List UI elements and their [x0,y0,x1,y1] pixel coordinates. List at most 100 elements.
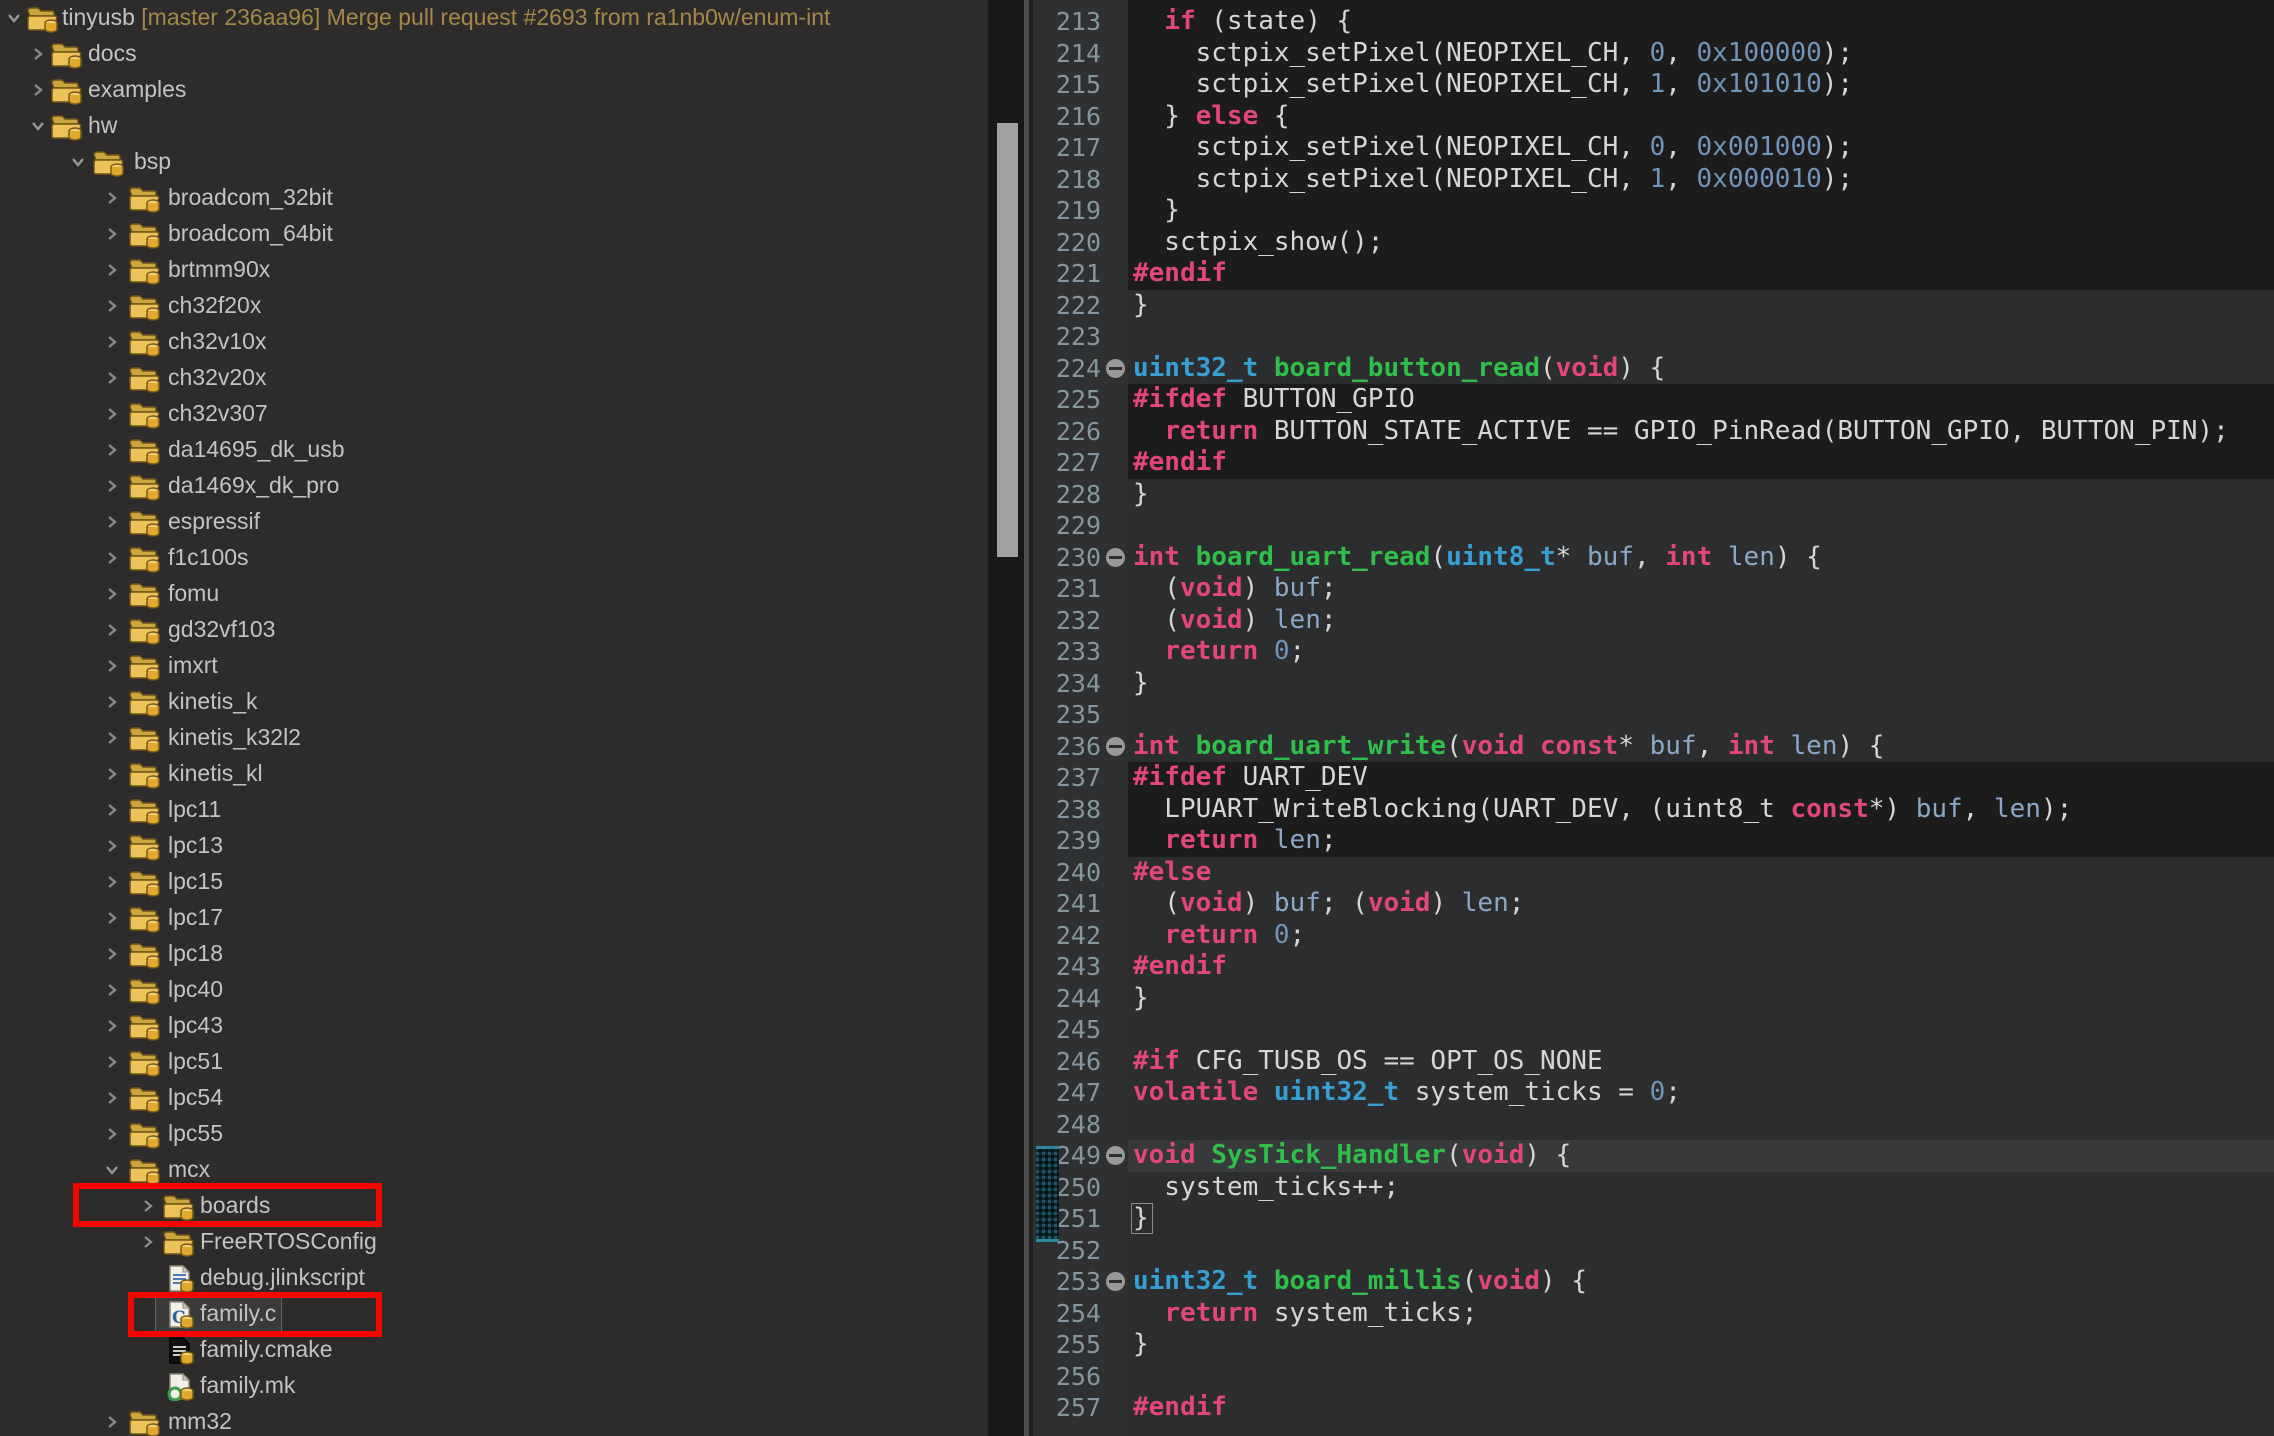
code-line[interactable]: } else { [1133,101,1290,133]
tree-item-ch32v10x[interactable]: ch32v10x [0,324,988,360]
chevron-right-icon[interactable] [104,586,120,602]
code-line[interactable]: } [1133,479,1149,511]
tree-item-fomu[interactable]: fomu [0,576,988,612]
code-line[interactable]: (void) buf; [1133,573,1337,605]
code-line[interactable]: return BUTTON_STATE_ACTIVE == GPIO_PinRe… [1133,416,2229,448]
chevron-right-icon[interactable] [104,1414,120,1430]
fold-collapse-icon[interactable] [1106,1272,1125,1291]
tree-item-da1469x-dk-pro[interactable]: da1469x_dk_pro [0,468,988,504]
tree-item-broadcom-32bit[interactable]: broadcom_32bit [0,180,988,216]
tree-item-ch32v20x[interactable]: ch32v20x [0,360,988,396]
chevron-right-icon[interactable] [140,1234,156,1250]
code-line[interactable]: } [1133,983,1149,1015]
line-number[interactable]: 217 [1033,132,1101,164]
tree-item-espressif[interactable]: espressif [0,504,988,540]
line-number[interactable]: 241 [1033,888,1101,920]
chevron-right-icon[interactable] [104,406,120,422]
tree-item-brtmm90x[interactable]: brtmm90x [0,252,988,288]
chevron-right-icon[interactable] [104,1090,120,1106]
line-number[interactable]: 230 [1033,542,1101,574]
code-line[interactable]: int board_uart_read(uint8_t* buf, int le… [1133,542,1822,574]
line-number[interactable]: 235 [1033,699,1101,731]
tree-item-imxrt[interactable]: imxrt [0,648,988,684]
tree-item-lpc54[interactable]: lpc54 [0,1080,988,1116]
chevron-right-icon[interactable] [104,982,120,998]
tree-item-debug-jlinkscript[interactable]: debug.jlinkscript [0,1260,988,1296]
chevron-right-icon[interactable] [30,46,46,62]
line-number[interactable]: 244 [1033,983,1101,1015]
line-number[interactable]: 257 [1033,1392,1101,1424]
line-number[interactable]: 229 [1033,510,1101,542]
line-number[interactable]: 255 [1033,1329,1101,1361]
code-line[interactable]: #endif [1133,1392,1227,1424]
code-line[interactable]: uint32_t board_millis(void) { [1133,1266,1587,1298]
line-number[interactable]: 248 [1033,1109,1101,1141]
chevron-right-icon[interactable] [104,910,120,926]
code-line[interactable]: system_ticks++; [1133,1172,1399,1204]
line-number[interactable]: 223 [1033,321,1101,353]
tree-item-lpc13[interactable]: lpc13 [0,828,988,864]
chevron-right-icon[interactable] [104,1126,120,1142]
code-line[interactable]: return system_ticks; [1133,1298,1477,1330]
chevron-right-icon[interactable] [104,730,120,746]
code-line[interactable]: int board_uart_write(void const* buf, in… [1133,731,1884,763]
tree-item-lpc43[interactable]: lpc43 [0,1008,988,1044]
chevron-right-icon[interactable] [104,1018,120,1034]
line-number[interactable]: 246 [1033,1046,1101,1078]
tree-item-f1c100s[interactable]: f1c100s [0,540,988,576]
chevron-right-icon[interactable] [104,298,120,314]
line-number[interactable]: 254 [1033,1298,1101,1330]
chevron-right-icon[interactable] [104,622,120,638]
code-line[interactable]: void SysTick_Handler(void) { [1133,1140,1571,1172]
code-line[interactable]: } [1133,668,1149,700]
code-line[interactable]: } [1133,1329,1149,1361]
code-line[interactable]: #endif [1133,951,1227,983]
line-number[interactable]: 253 [1033,1266,1101,1298]
code-line[interactable]: (void) buf; (void) len; [1133,888,1524,920]
chevron-right-icon[interactable] [104,478,120,494]
code-line[interactable]: } [1133,195,1180,227]
line-number[interactable]: 231 [1033,573,1101,605]
tree-item-lpc11[interactable]: lpc11 [0,792,988,828]
line-number[interactable]: 216 [1033,101,1101,133]
chevron-right-icon[interactable] [104,226,120,242]
line-number[interactable]: 215 [1033,69,1101,101]
chevron-right-icon[interactable] [104,946,120,962]
chevron-right-icon[interactable] [104,190,120,206]
fold-collapse-icon[interactable] [1106,737,1125,756]
chevron-right-icon[interactable] [104,262,120,278]
code-line[interactable]: (void) len; [1133,605,1337,637]
code-line[interactable]: LPUART_WriteBlocking(UART_DEV, (uint8_t … [1133,794,2072,826]
tree-item-lpc17[interactable]: lpc17 [0,900,988,936]
chevron-right-icon[interactable] [104,514,120,530]
code-line[interactable]: sctpix_setPixel(NEOPIXEL_CH, 0, 0x100000… [1133,38,1853,70]
line-number[interactable]: 247 [1033,1077,1101,1109]
line-number[interactable]: 224 [1033,353,1101,385]
line-number[interactable]: 218 [1033,164,1101,196]
line-number[interactable]: 219 [1033,195,1101,227]
chevron-right-icon[interactable] [104,550,120,566]
chevron-down-icon[interactable] [30,118,46,134]
code-line[interactable]: } [1133,290,1149,322]
code-line[interactable]: #ifdef UART_DEV [1133,762,1368,794]
tree-item-lpc51[interactable]: lpc51 [0,1044,988,1080]
tree-scrollbar-thumb[interactable] [997,123,1018,557]
line-number[interactable]: 228 [1033,479,1101,511]
code-line[interactable]: uint32_t board_button_read(void) { [1133,353,1665,385]
tree-item-kinetis-k32l2[interactable]: kinetis_k32l2 [0,720,988,756]
code-line[interactable]: return len; [1133,825,1337,857]
code-line[interactable]: sctpix_setPixel(NEOPIXEL_CH, 1, 0x101010… [1133,69,1853,101]
chevron-right-icon[interactable] [104,874,120,890]
chevron-right-icon[interactable] [104,442,120,458]
code-line[interactable]: sctpix_setPixel(NEOPIXEL_CH, 0, 0x001000… [1133,132,1853,164]
line-number[interactable]: 222 [1033,290,1101,322]
tree-scrollbar-track[interactable] [988,0,1024,1436]
line-number[interactable]: 240 [1033,857,1101,889]
chevron-down-icon[interactable] [70,154,86,170]
chevron-right-icon[interactable] [104,766,120,782]
line-number[interactable]: 233 [1033,636,1101,668]
tree-item-ch32f20x[interactable]: ch32f20x [0,288,988,324]
tree-item-tinyusb[interactable]: tinyusb [master 236aa96] Merge pull requ… [0,0,988,36]
line-number[interactable]: 226 [1033,416,1101,448]
code-line[interactable]: volatile uint32_t system_ticks = 0; [1133,1077,1681,1109]
